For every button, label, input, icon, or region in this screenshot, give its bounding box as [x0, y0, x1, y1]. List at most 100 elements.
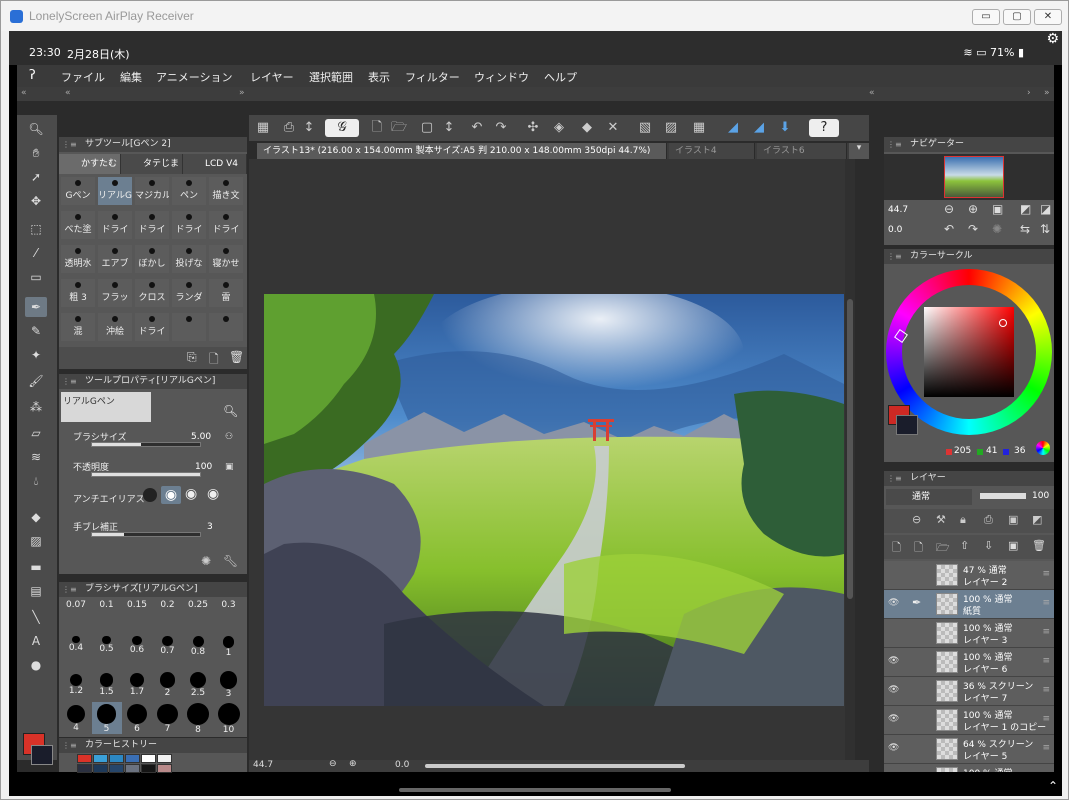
layer-menu-icon[interactable]: ≡: [1042, 743, 1050, 753]
zoom-out-icon[interactable]: ⊖: [329, 759, 337, 769]
subtool-tab-stripe[interactable]: タテじま: [121, 154, 183, 174]
eraser-icon[interactable]: ▱: [25, 423, 47, 443]
snap-icon[interactable]: ⬇: [775, 119, 795, 137]
eye-icon[interactable]: 👁︎: [888, 714, 899, 724]
open-file-icon[interactable]: 🗁: [389, 119, 409, 137]
subtool-brush-0-4[interactable]: 描き文: [209, 177, 243, 205]
color-history-swatch[interactable]: [93, 754, 108, 763]
layer-menu-icon[interactable]: ≡: [1042, 598, 1050, 608]
color-history-swatch[interactable]: [125, 754, 140, 763]
saturation-value-square[interactable]: [924, 307, 1014, 397]
ruler-icon[interactable]: ╲: [25, 607, 47, 627]
brush-size-preset[interactable]: 0.1: [92, 600, 122, 632]
magnifier-icon[interactable]: 🔍︎: [223, 404, 238, 418]
vertical-scrollbar[interactable]: [845, 159, 855, 772]
nav-flip-h-icon[interactable]: ◩: [1020, 202, 1031, 216]
pen-icon[interactable]: ✒: [25, 297, 47, 317]
figure-icon[interactable]: ▬: [25, 557, 47, 577]
subtool-tab-lcd[interactable]: LCD V4: [183, 154, 247, 174]
save-icon[interactable]: ▢: [417, 119, 437, 137]
layer-row[interactable]: 👁︎ 36 % スクリーン レイヤー 7 ≡: [884, 677, 1054, 706]
delete-layer-icon[interactable]: 🗑︎: [1032, 539, 1046, 552]
brush-size-preset[interactable]: 1: [214, 634, 244, 666]
special-ruler-icon[interactable]: ◢: [749, 119, 769, 137]
brush-size-preset[interactable]: 0.15: [122, 600, 152, 632]
brush-size-preset[interactable]: 8: [183, 702, 213, 735]
copy-subtool-icon[interactable]: ⎘: [187, 350, 197, 365]
nav-fit-icon[interactable]: ▣: [992, 202, 1003, 216]
r-value[interactable]: 205: [954, 446, 971, 456]
opacity-toggle-icon[interactable]: ▣: [225, 462, 234, 472]
pencil-icon[interactable]: ✎: [25, 321, 47, 341]
tab-illust6[interactable]: イラスト6: [757, 143, 847, 159]
selection-icon[interactable]: ⬚: [25, 219, 47, 239]
airbrush-icon[interactable]: ✦: [25, 345, 47, 365]
layer-color-icon[interactable]: ⊖: [912, 513, 921, 526]
clip-studio-icon[interactable]: 𝒢: [325, 119, 359, 137]
menu-window[interactable]: ウィンドウ: [474, 69, 529, 85]
brush-size-preset[interactable]: 0.7: [153, 634, 183, 666]
maximize-button[interactable]: ▢: [1003, 9, 1031, 25]
nav-zoom-out-icon[interactable]: ⊖: [944, 202, 954, 216]
brush-size-preset[interactable]: 6: [122, 702, 152, 734]
nav-zoom-in-icon[interactable]: ⊕: [968, 202, 978, 216]
subtool-brush-0-1[interactable]: リアルG: [98, 177, 132, 205]
subtool-brush-2-2[interactable]: ぼかし: [135, 245, 169, 273]
stabilization-slider[interactable]: [91, 532, 201, 537]
antialias-strong-icon[interactable]: ◉: [207, 486, 219, 502]
eye-icon[interactable]: 👁︎: [888, 685, 899, 695]
subtool-brush-2-4[interactable]: 寝かせ: [209, 245, 243, 273]
nav-flip-v-icon[interactable]: ◪: [1040, 202, 1051, 216]
fill-icon[interactable]: 💧︎: [25, 471, 47, 491]
brush-size-preset[interactable]: 0.25: [183, 600, 213, 632]
brush-size-preset[interactable]: 1.2: [61, 668, 91, 700]
import-icon[interactable]: ⎙: [279, 119, 299, 137]
subtool-brush-4-2[interactable]: ドライ: [135, 313, 169, 341]
subtool-brush-1-3[interactable]: ドライ: [172, 211, 206, 239]
eye-icon[interactable]: 👁︎: [888, 656, 899, 666]
brush-size-preset[interactable]: 0.4: [61, 634, 91, 666]
move-layer-icon[interactable]: ✥: [25, 191, 47, 211]
layer-lock-icon[interactable]: 🔒︎: [960, 513, 966, 527]
close-button[interactable]: ✕: [1034, 9, 1062, 25]
subtool-brush-0-3[interactable]: ペン: [172, 177, 206, 205]
operation-icon[interactable]: ➚: [25, 167, 47, 187]
zoom-icon[interactable]: 🔍︎: [25, 119, 47, 139]
subtool-brush-2-3[interactable]: 投げな: [172, 245, 206, 273]
grid-icon[interactable]: ▦: [253, 119, 273, 137]
layer-menu-icon[interactable]: ≡: [1042, 685, 1050, 695]
menu-view[interactable]: 表示: [368, 69, 390, 85]
brush-size-preset[interactable]: 3: [214, 668, 244, 700]
fill-selection-icon[interactable]: ◆: [577, 119, 597, 137]
ruler-snap-icon[interactable]: ◢: [723, 119, 743, 137]
brush-size-preset[interactable]: 0.07: [61, 600, 91, 632]
layer-menu-icon[interactable]: ≡: [1042, 569, 1050, 579]
color-history-swatch[interactable]: [77, 764, 92, 773]
brush-size-preset[interactable]: 2.5: [183, 668, 213, 700]
subtool-brush-2-1[interactable]: エアブ: [98, 245, 132, 273]
subtool-brush-0-0[interactable]: Gペン: [61, 177, 95, 205]
layer-row[interactable]: 47 % 通常 レイヤー 2 ≡: [884, 561, 1054, 590]
zoom-in-icon[interactable]: ⊕: [349, 759, 357, 769]
spinner-icon[interactable]: ✺: [201, 554, 211, 568]
expand-right-icon[interactable]: ›: [1027, 88, 1031, 98]
subtool-brush-4-1[interactable]: 沖絵: [98, 313, 132, 341]
eye-icon[interactable]: 👁︎: [888, 743, 899, 753]
transform-icon[interactable]: ✣: [523, 119, 543, 137]
subtool-brush-3-2[interactable]: クロス: [135, 279, 169, 307]
rotate-left-icon[interactable]: ↶: [944, 222, 954, 236]
move-up-icon[interactable]: ⇧: [960, 539, 969, 552]
new-mask-icon[interactable]: ▣: [1008, 539, 1018, 552]
color-history-swatch[interactable]: [77, 754, 92, 763]
collapse-left-icon[interactable]: «: [21, 88, 27, 98]
canvas-area[interactable]: [249, 159, 855, 772]
undo-icon[interactable]: ↶: [467, 119, 487, 137]
layer-row[interactable]: 👁︎ 64 % スクリーン レイヤー 5 ≡: [884, 735, 1054, 764]
layer-row[interactable]: 👁︎ ✒ 100 % 通常 紙質 ≡: [884, 590, 1054, 619]
layer-ref-icon[interactable]: ⚒: [936, 513, 946, 526]
circle-sub-color[interactable]: [896, 415, 918, 435]
tab-illust13[interactable]: イラスト13* (216.00 x 154.00mm 製本サイズ:A5 判 21…: [257, 143, 667, 159]
subtool-brush-3-1[interactable]: フラッ: [98, 279, 132, 307]
chevron-up-icon[interactable]: ⌃: [1048, 779, 1058, 793]
angle-value[interactable]: 0.0: [395, 760, 409, 770]
